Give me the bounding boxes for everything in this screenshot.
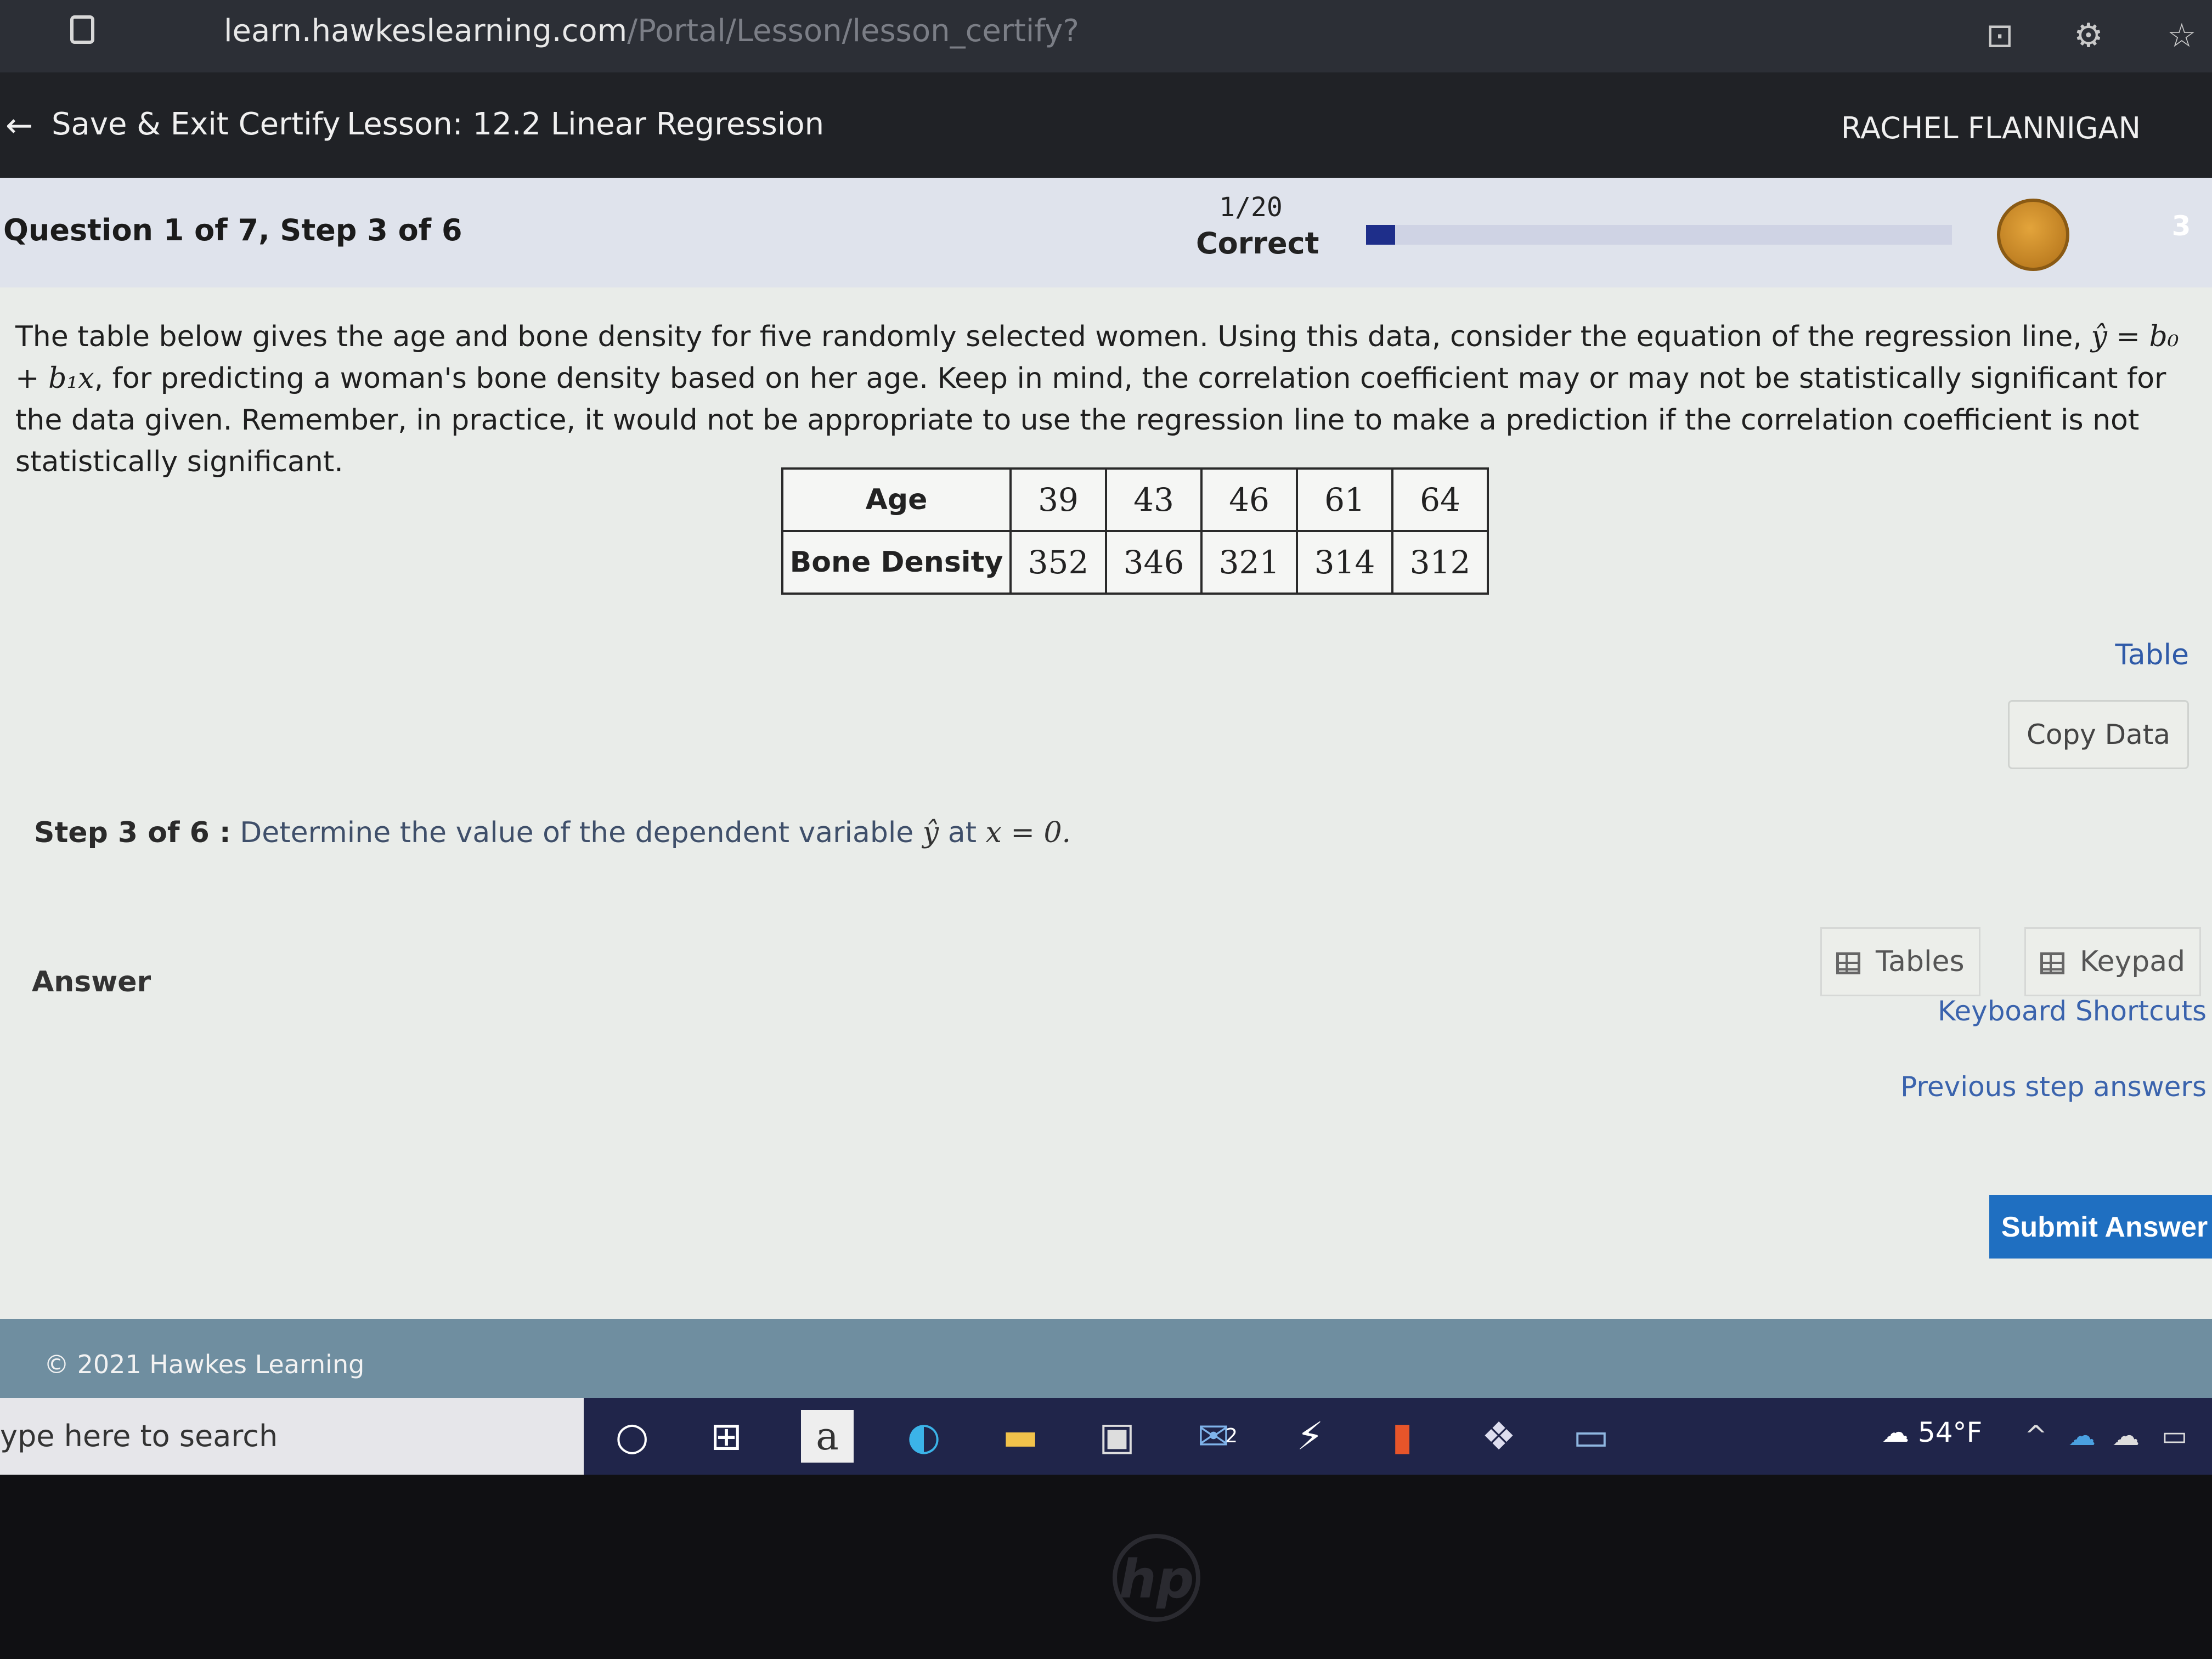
mail-icon[interactable]: ✉ 2 <box>1187 1410 1240 1463</box>
page-footer: © 2021 Hawkes Learning <box>0 1319 2212 1398</box>
lightning-app-icon[interactable]: ⚡ <box>1284 1410 1336 1463</box>
dropbox-icon[interactable]: ❖ <box>1472 1410 1525 1463</box>
table-icon <box>1836 952 1860 974</box>
cortana-icon[interactable]: ○ <box>606 1410 658 1463</box>
lock-icon <box>70 15 94 44</box>
table-cell: 312 <box>1391 530 1489 595</box>
step-text-2: at <box>939 816 986 849</box>
remote-desktop-icon[interactable]: ▭ <box>1565 1410 1617 1463</box>
copy-data-button[interactable]: Copy Data <box>2008 700 2189 769</box>
table-cell: 46 <box>1200 467 1298 532</box>
step-label: Step 3 of 6 : <box>34 816 231 849</box>
step-prompt: Step 3 of 6 : Determine the value of the… <box>34 816 1071 849</box>
user-name[interactable]: RACHEL FLANNIGAN <box>1841 111 2141 145</box>
problem-intro: The table below gives the age and bone d… <box>15 320 2091 353</box>
laptop-bezel <box>0 1475 2212 1659</box>
table-cell: 346 <box>1105 530 1203 595</box>
battery-icon[interactable]: ▭ <box>2162 1420 2187 1452</box>
weather-widget[interactable]: ☁ 54°F <box>1882 1417 1982 1448</box>
cloud-icon: ☁ <box>1882 1417 1909 1448</box>
amazon-icon[interactable]: a <box>801 1410 854 1463</box>
edge-browser-icon[interactable]: ◐ <box>898 1410 950 1463</box>
lesson-title: Lesson: 12.2 Linear Regression <box>347 106 825 142</box>
hp-logo-icon: hp <box>1113 1534 1200 1622</box>
favorites-icon[interactable]: ☆ <box>2167 16 2197 55</box>
coin-icon <box>1997 199 2069 271</box>
store-icon[interactable]: ▣ <box>1091 1410 1143 1463</box>
extensions-icon[interactable]: ⚙ <box>2074 16 2103 55</box>
mail-badge: 2 <box>1225 1425 1238 1447</box>
browser-address-bar: learn.hawkeslearning.com/Portal/Lesson/l… <box>0 0 2212 72</box>
progress-fill <box>1366 225 1396 245</box>
tables-button[interactable]: Tables <box>1820 927 1980 996</box>
url-domain: learn.hawkeslearning.com <box>224 13 628 49</box>
keypad-button[interactable]: Keypad <box>2024 927 2202 996</box>
table-link[interactable]: Table <box>2115 639 2189 672</box>
row-header: Bone Density <box>781 530 1012 595</box>
table-cell: 352 <box>1009 530 1107 595</box>
question-title: Question 1 of 7, Step 3 of 6 <box>3 213 462 247</box>
table-cell: 321 <box>1200 530 1298 595</box>
table-cell: 61 <box>1296 467 1393 532</box>
read-aloud-icon[interactable]: ⊡ <box>1986 16 2013 55</box>
keypad-icon <box>2040 952 2064 974</box>
chevron-up-icon[interactable]: ^ <box>2024 1420 2047 1452</box>
onedrive-icon[interactable]: ☁ <box>2068 1420 2096 1452</box>
score-count: 1/20 <box>1219 192 1283 223</box>
taskbar: ype here to search ○ ⊞ a ◐ ▬ ▣ ✉ 2 ⚡ ▮ ❖ … <box>0 1398 2212 1475</box>
lives-heart-icon: 3 <box>2148 200 2212 260</box>
row-header: Age <box>781 467 1012 532</box>
previous-step-answers-link[interactable]: Previous step answers <box>1900 1071 2207 1103</box>
problem-continuation: , for predicting a woman's bone density … <box>15 362 2166 478</box>
question-content: The table below gives the age and bone d… <box>0 287 2212 1319</box>
office-icon[interactable]: ▮ <box>1376 1410 1429 1463</box>
score-label: Correct <box>1196 226 1319 261</box>
table-row: Age 39 43 46 61 64 <box>781 467 1489 532</box>
answer-label: Answer <box>32 966 151 998</box>
back-arrow-icon[interactable]: ← <box>5 106 33 145</box>
url-field[interactable]: learn.hawkeslearning.com/Portal/Lesson/l… <box>224 13 1079 49</box>
submit-answer-button[interactable]: Submit Answer <box>1989 1195 2212 1259</box>
tables-label: Tables <box>1876 945 1965 978</box>
cloud-sync-icon[interactable]: ☁ <box>2112 1420 2140 1452</box>
lives-count: 3 <box>2171 210 2191 242</box>
table-cell: 39 <box>1009 467 1107 532</box>
keyboard-shortcuts-link[interactable]: Keyboard Shortcuts <box>1938 995 2207 1027</box>
app-header: ← Save & Exit Certify Lesson: 12.2 Linea… <box>0 72 2212 178</box>
taskbar-search-input[interactable]: ype here to search <box>0 1398 584 1475</box>
table-cell: 43 <box>1105 467 1203 532</box>
question-bar: Question 1 of 7, Step 3 of 6 1/20 Correc… <box>0 178 2212 289</box>
problem-statement: The table below gives the age and bone d… <box>15 316 2204 483</box>
table-cell: 64 <box>1391 467 1489 532</box>
step-condition: x = 0. <box>985 816 1071 849</box>
progress-bar <box>1366 225 1952 245</box>
step-variable: ŷ <box>922 816 939 849</box>
keypad-label: Keypad <box>2080 945 2186 978</box>
copyright-text: © 2021 Hawkes Learning <box>44 1350 365 1379</box>
step-text: Determine the value of the dependent var… <box>240 816 923 849</box>
url-path: /Portal/Lesson/lesson_certify? <box>627 13 1079 49</box>
temperature: 54°F <box>1917 1417 1983 1448</box>
table-row: Bone Density 352 346 321 314 312 <box>781 530 1489 595</box>
file-explorer-icon[interactable]: ▬ <box>994 1410 1047 1463</box>
save-exit-button[interactable]: Save & Exit Certify <box>52 106 341 142</box>
table-cell: 314 <box>1296 530 1393 595</box>
data-table: Age 39 43 46 61 64 Bone Density 352 346 … <box>781 467 1489 595</box>
task-view-icon[interactable]: ⊞ <box>700 1410 753 1463</box>
